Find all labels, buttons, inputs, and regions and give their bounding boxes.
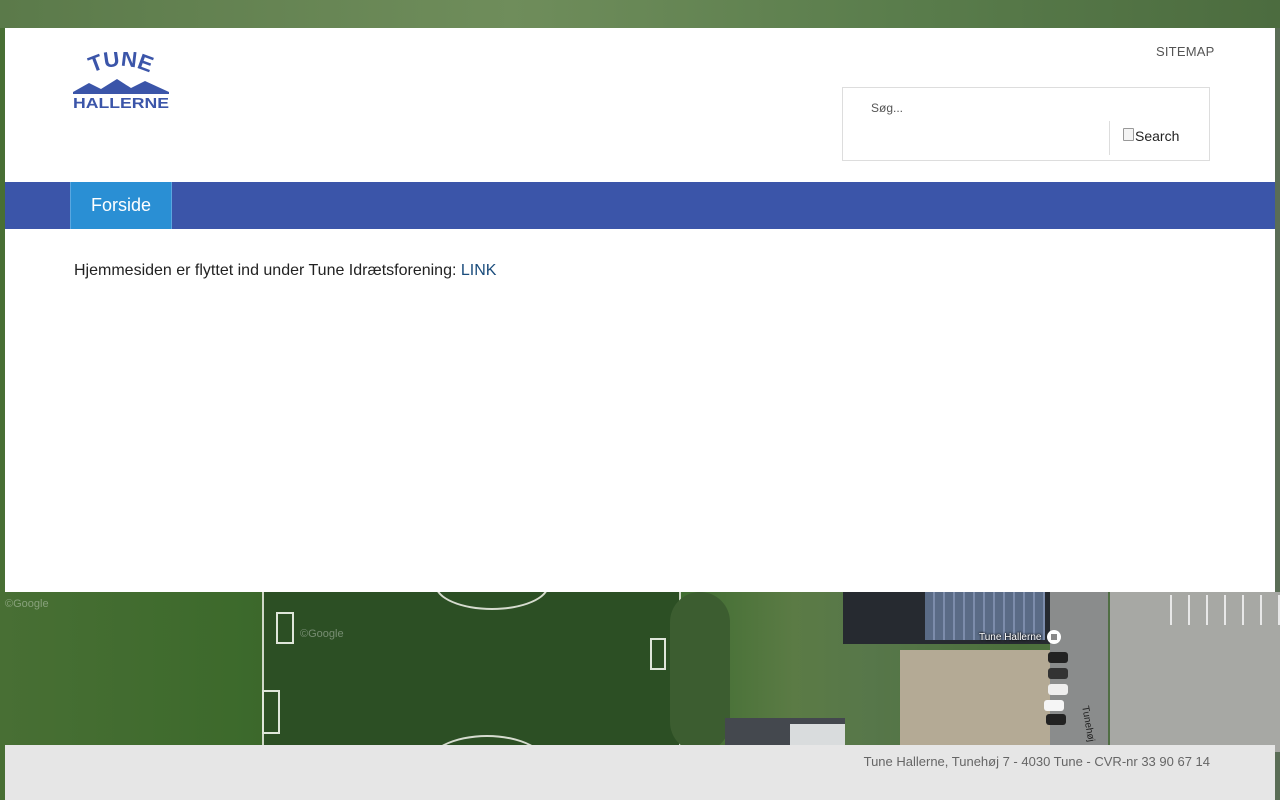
map-goal xyxy=(276,612,294,644)
content-message: Hjemmesiden er flyttet ind under Tune Id… xyxy=(74,262,461,279)
map-lot xyxy=(900,650,1050,750)
content-link[interactable]: LINK xyxy=(461,262,497,279)
map-car xyxy=(1048,668,1068,679)
main-content: Hjemmesiden er flyttet ind under Tune Id… xyxy=(74,262,496,280)
map-car xyxy=(1048,684,1068,695)
top-map-strip xyxy=(0,0,1280,28)
map-watermark: ©Google xyxy=(5,598,49,610)
map-shed xyxy=(790,724,845,746)
map-goal xyxy=(262,690,280,734)
map-marker-label: Tune Hallerne xyxy=(979,632,1042,643)
svg-text:HALLERNE: HALLERNE xyxy=(73,95,169,112)
map-car xyxy=(1044,700,1064,711)
map-marker-dot xyxy=(1051,634,1057,640)
broken-image-icon xyxy=(1123,127,1134,141)
map-watermark: ©Google xyxy=(300,628,344,640)
search-button[interactable]: Search xyxy=(1123,127,1180,144)
search-divider xyxy=(1109,121,1110,155)
main-navigation: Forside xyxy=(5,182,1275,229)
site-logo[interactable]: TUNE HALLERNE xyxy=(71,46,171,112)
sitemap-link[interactable]: SITEMAP xyxy=(1156,44,1214,59)
nav-tab-forside[interactable]: Forside xyxy=(70,182,172,229)
search-box: Search xyxy=(842,87,1210,161)
tune-hallerne-logo-icon: TUNE HALLERNE xyxy=(73,46,169,112)
search-button-label: Search xyxy=(1135,128,1180,144)
map-car xyxy=(1046,714,1066,725)
svg-text:TUNE: TUNE xyxy=(85,52,157,77)
map-goal xyxy=(650,638,666,670)
footer-address: Tune Hallerne, Tunehøj 7 - 4030 Tune - C… xyxy=(863,754,1210,769)
map-car xyxy=(1048,652,1068,663)
page-container: TUNE HALLERNE SITEMAP Search Forside Hje… xyxy=(5,28,1275,592)
footer: Tune Hallerne, Tunehøj 7 - 4030 Tune - C… xyxy=(5,745,1275,800)
search-input[interactable] xyxy=(871,100,1101,116)
map-trees xyxy=(670,592,730,752)
map-parking-lines xyxy=(1170,595,1280,625)
